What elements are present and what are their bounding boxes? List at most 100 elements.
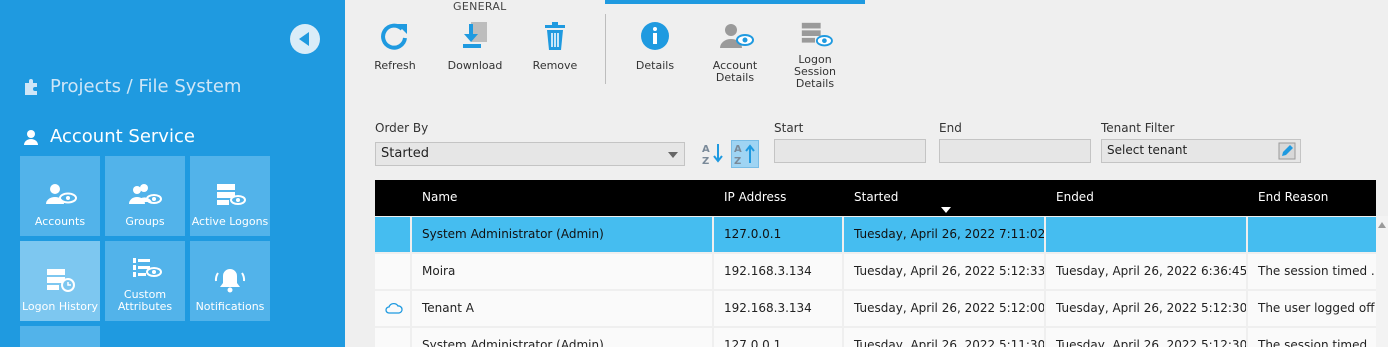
table-header: Name IP Address Started Ended End Reason	[375, 180, 1376, 216]
sort-descending-button[interactable]: A Z	[699, 140, 727, 168]
cell-name: Moira	[412, 254, 712, 289]
row-icon-cell	[375, 291, 410, 326]
sort-descending-icon	[941, 207, 951, 213]
cell-name: System Administrator (Admin)	[412, 217, 712, 252]
chevron-left-icon[interactable]	[290, 24, 320, 54]
svg-text:Z: Z	[702, 156, 709, 167]
tile-next[interactable]	[20, 326, 100, 347]
tenant-filter-field[interactable]: Select tenant	[1101, 139, 1301, 163]
details-button[interactable]: Details	[620, 20, 690, 72]
logon-session-details-button[interactable]: Logon Session Details	[780, 20, 850, 90]
tile-custom-attributes[interactable]: Custom Attributes	[105, 241, 185, 321]
cell-started: Tuesday, April 26, 2022 7:11:02 PM	[844, 217, 1044, 252]
end-date-field[interactable]	[939, 139, 1091, 163]
cell-end-reason: The session timed ...	[1248, 328, 1376, 347]
cell-end-reason: The user logged off	[1248, 291, 1376, 326]
tile-label: Logon History	[22, 300, 98, 313]
tile-logon-history[interactable]: Logon History	[20, 241, 100, 321]
svg-text:Z: Z	[734, 156, 741, 167]
tile-accounts[interactable]: Accounts	[20, 156, 100, 236]
row-icon-cell	[375, 217, 410, 252]
app-window: Projects / File System Account Service A…	[0, 0, 1388, 347]
cell-name: Tenant A	[412, 291, 712, 326]
tile-label: Accounts	[34, 215, 86, 228]
logon-session-eye-icon	[801, 22, 833, 47]
sidebar-section-label: Account Service	[50, 126, 195, 147]
user-eye-icon	[720, 24, 754, 48]
remove-label: Remove	[532, 59, 578, 72]
cell-started: Tuesday, April 26, 2022 5:11:30 PM	[844, 328, 1044, 347]
order-by-select[interactable]: Started	[375, 142, 685, 166]
details-label: Details	[635, 59, 675, 72]
column-header-started-label: Started	[854, 190, 899, 204]
trash-icon	[545, 22, 565, 50]
chevron-down-icon	[668, 152, 678, 158]
cell-ended	[1046, 217, 1246, 252]
tile-label: Custom Attributes	[117, 288, 173, 313]
row-icon-cell	[375, 254, 410, 289]
cell-ip: 127.0.0.1	[714, 328, 842, 347]
user-icon	[24, 129, 38, 145]
sidebar-section-account-service[interactable]: Account Service	[22, 126, 195, 147]
tenant-filter-placeholder: Select tenant	[1107, 143, 1188, 157]
attributes-eye-icon	[133, 258, 162, 277]
cell-ip: 127.0.0.1	[714, 217, 842, 252]
tile-groups[interactable]: Groups	[105, 156, 185, 236]
sort-ascending-button[interactable]: A Z	[731, 140, 759, 168]
row-icon-cell	[375, 328, 410, 347]
logons-eye-icon	[217, 184, 246, 205]
tenant-filter-label: Tenant Filter	[1101, 121, 1175, 135]
info-icon	[641, 22, 669, 50]
logon-history-icon	[47, 269, 75, 292]
cloud-icon	[385, 302, 403, 314]
column-header-ip[interactable]: IP Address	[714, 180, 842, 216]
table-row[interactable]: System Administrator (Admin) 127.0.0.1 T…	[375, 216, 1376, 253]
table-row[interactable]: Tenant A 192.168.3.134 Tuesday, April 26…	[375, 290, 1376, 327]
edit-icon[interactable]	[1278, 142, 1296, 160]
cell-ip: 192.168.3.134	[714, 254, 842, 289]
table-row[interactable]: System Administrator (Admin) 127.0.0.1 T…	[375, 327, 1376, 347]
scroll-up-icon[interactable]	[1378, 222, 1386, 228]
remove-button[interactable]: Remove	[520, 20, 590, 72]
cell-ended: Tuesday, April 26, 2022 6:36:45 PM	[1046, 254, 1246, 289]
logon-session-details-label: Logon Session Details	[794, 53, 836, 90]
start-date-field[interactable]	[774, 139, 926, 163]
tile-label: Active Logons	[191, 215, 269, 228]
ribbon-group-label: GENERAL	[453, 0, 507, 13]
cell-started: Tuesday, April 26, 2022 5:12:33 PM	[844, 254, 1044, 289]
account-details-label: Account Details	[712, 59, 758, 84]
download-icon	[463, 22, 487, 48]
ribbon-separator	[605, 14, 606, 84]
order-by-label: Order By	[375, 121, 429, 135]
column-header-started[interactable]: Started	[844, 180, 1044, 216]
sort-az-desc-icon: A Z	[702, 144, 723, 167]
tile-label: Groups	[125, 215, 165, 228]
sidebar-section-projects[interactable]: Projects / File System	[22, 76, 241, 97]
bell-icon	[214, 269, 246, 293]
refresh-button[interactable]: Refresh	[360, 20, 430, 72]
account-details-button[interactable]: Account Details	[700, 20, 770, 84]
sort-az-asc-icon: A Z	[734, 144, 755, 167]
logon-history-table: Name IP Address Started Ended End Reason…	[375, 180, 1376, 347]
cell-name: System Administrator (Admin)	[412, 328, 712, 347]
download-label: Download	[447, 59, 503, 72]
column-header-end-reason[interactable]: End Reason	[1248, 180, 1376, 216]
tile-active-logons[interactable]: Active Logons	[190, 156, 270, 236]
vertical-scrollbar[interactable]	[1376, 216, 1388, 347]
user-eye-icon	[46, 184, 77, 204]
sidebar-section-label: Projects / File System	[50, 76, 242, 97]
refresh-icon	[381, 23, 407, 50]
svg-text:A: A	[734, 144, 742, 155]
download-button[interactable]: Download	[440, 20, 510, 72]
sidebar: Projects / File System Account Service A…	[0, 0, 345, 347]
cell-end-reason	[1248, 217, 1376, 252]
column-header-ended[interactable]: Ended	[1046, 180, 1246, 216]
tile-notifications[interactable]: Notifications	[190, 241, 270, 321]
column-header-name[interactable]: Name	[412, 180, 712, 216]
refresh-label: Refresh	[374, 59, 416, 72]
start-label: Start	[774, 121, 804, 135]
cell-ip: 192.168.3.134	[714, 291, 842, 326]
cell-ended: Tuesday, April 26, 2022 5:12:30 PM	[1046, 328, 1246, 347]
table-row[interactable]: Moira 192.168.3.134 Tuesday, April 26, 2…	[375, 253, 1376, 290]
ribbon-tab-indicator	[605, 0, 865, 4]
